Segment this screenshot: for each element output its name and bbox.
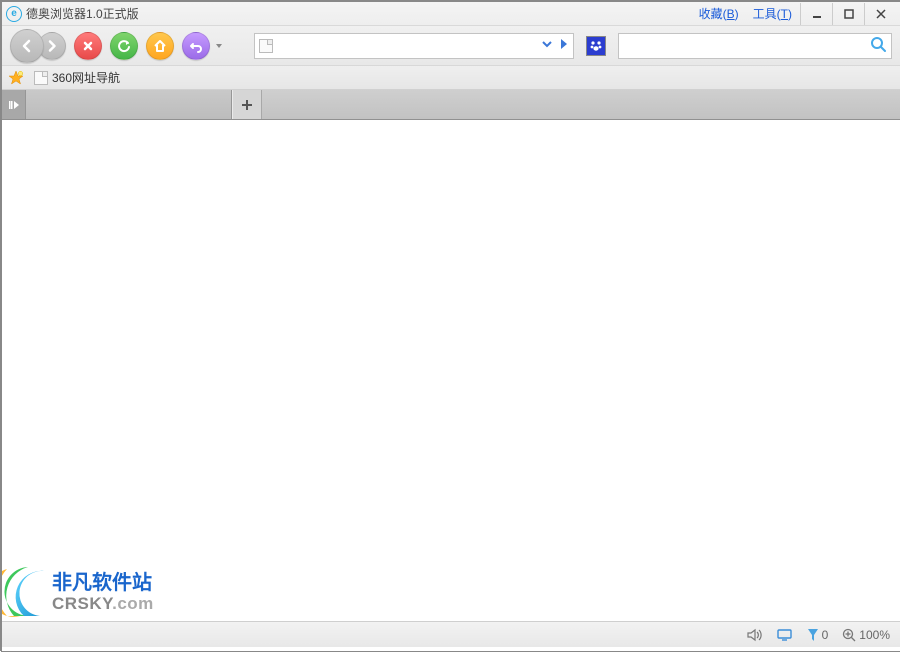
back-button[interactable]	[10, 29, 44, 63]
bookmark-label: 360网址导航	[52, 69, 120, 86]
bookmarks-bar: 360网址导航	[2, 66, 900, 90]
new-tab-button[interactable]	[232, 90, 262, 119]
status-screen-button[interactable]	[777, 628, 793, 642]
tab-strip	[2, 90, 900, 120]
monitor-icon	[777, 628, 793, 642]
undo-closed-tab-button[interactable]	[182, 32, 210, 60]
go-button[interactable]	[559, 38, 569, 53]
reload-button[interactable]	[110, 32, 138, 60]
tab-strip-background	[262, 90, 900, 119]
main-toolbar	[2, 26, 900, 66]
tab-list-button[interactable]	[2, 90, 26, 119]
status-zoom-button[interactable]: 100%	[842, 628, 890, 642]
address-bar	[254, 33, 574, 59]
close-button[interactable]	[864, 3, 896, 25]
search-icon	[869, 35, 887, 53]
status-sound-button[interactable]	[747, 628, 763, 642]
bookmark-item[interactable]: 360网址导航	[34, 69, 120, 86]
address-input[interactable]	[273, 39, 541, 53]
status-blocker-button[interactable]: 0	[807, 628, 829, 642]
zoom-level: 100%	[859, 628, 890, 642]
speaker-icon	[747, 628, 763, 642]
arrow-right-icon	[7, 98, 21, 112]
paw-icon	[589, 39, 603, 53]
maximize-button[interactable]	[832, 3, 864, 25]
undo-dropdown-icon[interactable]	[214, 32, 224, 60]
search-button[interactable]	[869, 35, 887, 56]
funnel-icon	[807, 628, 819, 642]
watermark-line2: CRSKY.com	[52, 594, 154, 613]
address-dropdown-icon[interactable]	[541, 38, 553, 53]
window-controls	[800, 3, 896, 25]
status-bar: 0 100%	[2, 621, 900, 647]
star-icon	[8, 70, 24, 86]
page-icon	[259, 39, 273, 53]
title-menus: 收藏(B) 工具(T)	[699, 5, 792, 22]
menu-tools[interactable]: 工具(T)	[753, 5, 792, 22]
title-bar: e 德奥浏览器1.0正式版 收藏(B) 工具(T)	[2, 2, 900, 26]
plus-icon	[240, 98, 254, 112]
search-engine-selector[interactable]	[586, 36, 606, 56]
search-input[interactable]	[623, 39, 869, 53]
home-button[interactable]	[146, 32, 174, 60]
page-content: 非凡软件站 CRSKY.com	[2, 120, 900, 621]
block-count: 0	[822, 628, 829, 642]
stop-button[interactable]	[74, 32, 102, 60]
nav-group	[10, 29, 66, 63]
zoom-icon	[842, 628, 856, 642]
app-icon: e	[6, 6, 22, 22]
window-title: 德奥浏览器1.0正式版	[26, 5, 139, 22]
active-tab[interactable]	[26, 90, 232, 119]
menu-favorites[interactable]: 收藏(B)	[699, 5, 739, 22]
page-icon	[34, 71, 48, 85]
add-bookmark-button[interactable]	[8, 70, 24, 86]
watermark-line1: 非凡软件站	[52, 570, 152, 594]
search-bar	[618, 33, 892, 59]
minimize-button[interactable]	[800, 3, 832, 25]
watermark-logo: 非凡软件站 CRSKY.com	[2, 561, 182, 621]
